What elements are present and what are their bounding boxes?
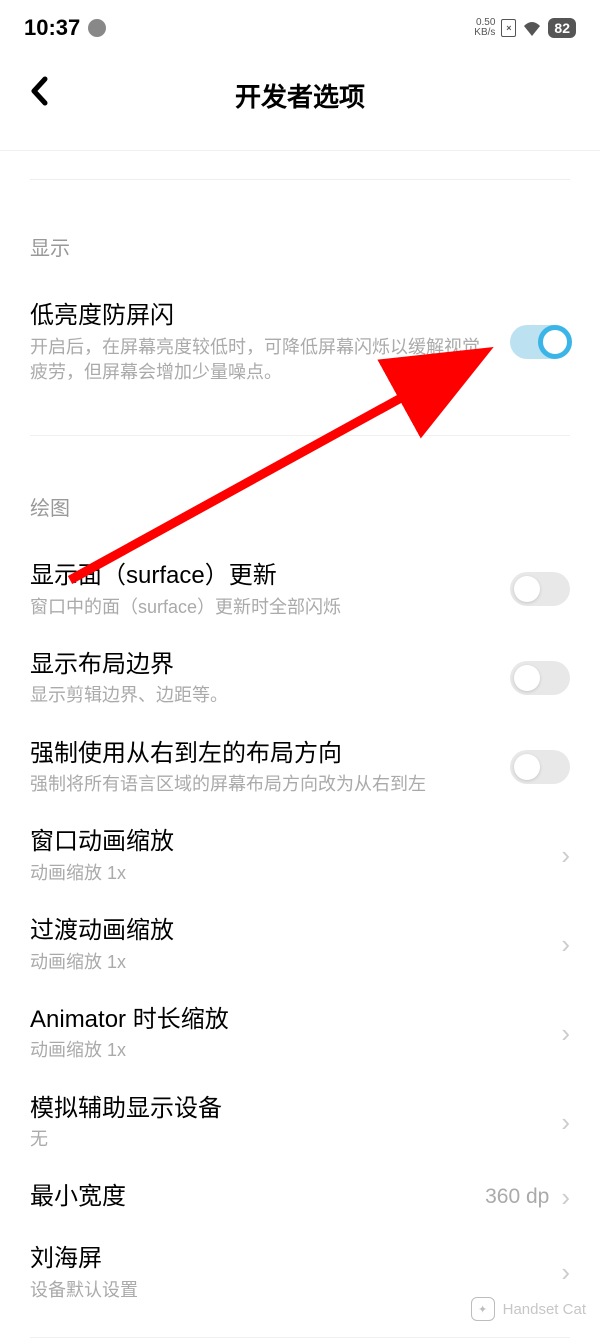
setting-desc: 设备默认设置 bbox=[30, 1278, 545, 1303]
network-speed: 0.50 KB/s bbox=[474, 18, 495, 38]
setting-title: 显示面（surface）更新 bbox=[30, 559, 494, 593]
toggle-surface-update[interactable] bbox=[510, 572, 570, 606]
setting-rtl-layout[interactable]: 强制使用从右到左的布局方向 强制将所有语言区域的屏幕布局方向改为从右到左 bbox=[30, 723, 570, 812]
setting-simulate-display[interactable]: 模拟辅助显示设备 无 › bbox=[30, 1078, 570, 1167]
setting-title: 模拟辅助显示设备 bbox=[30, 1092, 545, 1126]
setting-text: 显示面（surface）更新 窗口中的面（surface）更新时全部闪烁 bbox=[30, 559, 494, 620]
setting-animator-duration[interactable]: Animator 时长缩放 动画缩放 1x › bbox=[30, 989, 570, 1078]
divider bbox=[0, 150, 600, 151]
setting-desc: 动画缩放 1x bbox=[30, 950, 545, 975]
setting-text: 刘海屏 设备默认设置 bbox=[30, 1242, 545, 1303]
setting-window-animation[interactable]: 窗口动画缩放 动画缩放 1x › bbox=[30, 811, 570, 900]
wifi-icon bbox=[522, 20, 542, 36]
setting-low-brightness-flicker[interactable]: 低亮度防屏闪 开启后，在屏幕亮度较低时，可降低屏幕闪烁以缓解视觉疲劳，但屏幕会增… bbox=[30, 285, 570, 399]
setting-title: 过渡动画缩放 bbox=[30, 914, 545, 948]
setting-transition-animation[interactable]: 过渡动画缩放 动画缩放 1x › bbox=[30, 900, 570, 989]
setting-desc: 无 bbox=[30, 1127, 545, 1152]
watermark-text: Handset Cat bbox=[503, 1301, 586, 1318]
content: 显示 低亮度防屏闪 开启后，在屏幕亮度较低时，可降低屏幕闪烁以缓解视觉疲劳，但屏… bbox=[0, 179, 600, 1338]
chevron-right-icon: › bbox=[561, 1107, 570, 1138]
section-header-drawing: 绘图 bbox=[30, 436, 570, 545]
setting-layout-bounds[interactable]: 显示布局边界 显示剪辑边界、边距等。 bbox=[30, 634, 570, 723]
setting-value-group: 360 dp › bbox=[485, 1182, 570, 1213]
setting-title: 低亮度防屏闪 bbox=[30, 299, 494, 333]
setting-desc: 开启后，在屏幕亮度较低时，可降低屏幕闪烁以缓解视觉疲劳，但屏幕会增加少量噪点。 bbox=[30, 335, 494, 385]
status-right: 0.50 KB/s × 82 bbox=[474, 18, 576, 38]
setting-title: 强制使用从右到左的布局方向 bbox=[30, 737, 494, 771]
chevron-right-icon: › bbox=[561, 1182, 570, 1213]
setting-title: 显示布局边界 bbox=[30, 648, 494, 682]
setting-text: 显示布局边界 显示剪辑边界、边距等。 bbox=[30, 648, 494, 709]
setting-desc: 动画缩放 1x bbox=[30, 861, 545, 886]
watermark-icon: ✦ bbox=[471, 1297, 495, 1321]
setting-text: Animator 时长缩放 动画缩放 1x bbox=[30, 1003, 545, 1064]
battery-indicator: 82 bbox=[548, 18, 576, 38]
setting-text: 低亮度防屏闪 开启后，在屏幕亮度较低时，可降低屏幕闪烁以缓解视觉疲劳，但屏幕会增… bbox=[30, 299, 494, 385]
header: 开发者选项 bbox=[0, 52, 600, 150]
toggle-rtl-layout[interactable] bbox=[510, 750, 570, 784]
setting-title: Animator 时长缩放 bbox=[30, 1003, 545, 1037]
chevron-right-icon: › bbox=[561, 929, 570, 960]
setting-title: 刘海屏 bbox=[30, 1242, 545, 1276]
setting-value: 360 dp bbox=[485, 1185, 549, 1209]
setting-text: 强制使用从右到左的布局方向 强制将所有语言区域的屏幕布局方向改为从右到左 bbox=[30, 737, 494, 798]
section-header-display: 显示 bbox=[30, 180, 570, 285]
watermark: ✦ Handset Cat bbox=[471, 1297, 586, 1321]
setting-title: 最小宽度 bbox=[30, 1180, 469, 1214]
chevron-right-icon: › bbox=[561, 840, 570, 871]
back-button[interactable] bbox=[30, 76, 48, 114]
chevron-right-icon: › bbox=[561, 1018, 570, 1049]
setting-title: 窗口动画缩放 bbox=[30, 825, 545, 859]
status-left: 10:37 bbox=[24, 15, 106, 41]
status-time: 10:37 bbox=[24, 15, 80, 41]
status-bar: 10:37 0.50 KB/s × 82 bbox=[0, 0, 600, 52]
chevron-right-icon: › bbox=[561, 1257, 570, 1288]
toggle-layout-bounds[interactable] bbox=[510, 661, 570, 695]
setting-text: 模拟辅助显示设备 无 bbox=[30, 1092, 545, 1153]
setting-desc: 显示剪辑边界、边距等。 bbox=[30, 683, 494, 708]
page-title: 开发者选项 bbox=[235, 77, 365, 114]
setting-text: 窗口动画缩放 动画缩放 1x bbox=[30, 825, 545, 886]
setting-desc: 窗口中的面（surface）更新时全部闪烁 bbox=[30, 595, 494, 620]
setting-surface-update[interactable]: 显示面（surface）更新 窗口中的面（surface）更新时全部闪烁 bbox=[30, 545, 570, 634]
setting-text: 最小宽度 bbox=[30, 1180, 469, 1214]
setting-desc: 强制将所有语言区域的屏幕布局方向改为从右到左 bbox=[30, 772, 494, 797]
setting-desc: 动画缩放 1x bbox=[30, 1038, 545, 1063]
clock-icon bbox=[88, 19, 106, 37]
setting-text: 过渡动画缩放 动画缩放 1x bbox=[30, 914, 545, 975]
setting-min-width[interactable]: 最小宽度 360 dp › bbox=[30, 1166, 570, 1228]
sim-icon: × bbox=[501, 19, 516, 37]
toggle-low-brightness[interactable] bbox=[510, 325, 570, 359]
